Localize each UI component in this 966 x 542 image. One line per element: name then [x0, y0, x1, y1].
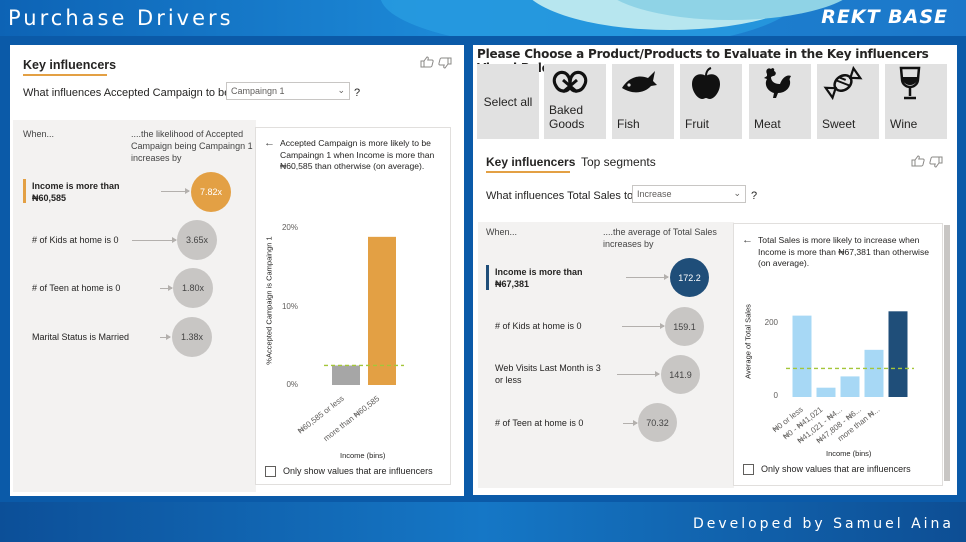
influencer-label[interactable]: Income is more than ₦67,381 [495, 266, 590, 290]
developer-credit: Developed by Samuel Aina [692, 516, 954, 532]
x-axis-title: Income (bins) [826, 449, 872, 458]
pretzel-icon [552, 70, 588, 94]
checkbox-label: Only show values that are influencers [761, 464, 911, 474]
income-bar-chart [324, 236, 404, 385]
income-bar-chart [786, 311, 914, 397]
tab-top-segments[interactable]: Top segments [581, 155, 656, 169]
influence-question: What influences Accepted Campaign to be [23, 87, 231, 99]
product-label: Baked Goods [549, 103, 585, 131]
chart-bar [332, 365, 360, 385]
chevron-down-icon: ⌄ [733, 188, 741, 198]
influencer-label[interactable]: Web Visits Last Month is 3 or less [495, 362, 605, 386]
thumbs-up-icon[interactable] [420, 56, 434, 71]
only-influencers-checkbox[interactable] [743, 464, 754, 475]
fish-icon [622, 71, 657, 93]
page-title: Purchase Drivers [8, 6, 234, 30]
arrow-icon [161, 188, 190, 194]
increase-dropdown[interactable]: Increase ⌄ [632, 185, 746, 203]
influencer-label[interactable]: # of Teen at home is 0 [495, 417, 583, 429]
product-button-fish[interactable]: Fish [612, 64, 674, 139]
influence-bubble[interactable]: 70.32 [638, 403, 677, 442]
influence-bubble[interactable]: 7.82x [191, 172, 231, 212]
arrow-icon [626, 274, 669, 280]
left-key-influencers-panel: Key influencers What influences Accepted… [10, 45, 464, 496]
chart-bar [888, 311, 908, 397]
tab-underline [486, 171, 570, 173]
chart-bar [840, 376, 860, 397]
brand-logo: REKT BASE [821, 6, 948, 28]
col-average-header: ....the average of Total Sales increases… [603, 227, 717, 249]
arrow-icon [160, 285, 173, 291]
candy-icon [823, 66, 863, 100]
influence-bubble[interactable]: 3.65x [177, 220, 217, 260]
x-axis-title: Income (bins) [340, 451, 386, 460]
influencer-label[interactable]: # of Kids at home is 0 [495, 320, 582, 332]
influence-bubble[interactable]: 159.1 [665, 307, 704, 346]
product-button-sweet[interactable]: Sweet [817, 64, 879, 139]
selected-indicator [486, 265, 489, 290]
product-label: Sweet [822, 117, 856, 131]
arrow-icon [617, 371, 660, 377]
product-button-select-all[interactable]: Select all [477, 64, 539, 139]
influence-bubble[interactable]: 141.9 [661, 355, 700, 394]
product-label: Fruit [685, 117, 709, 131]
tab-underline [23, 74, 107, 76]
wine-glass-icon [899, 66, 921, 100]
arrow-icon [623, 420, 638, 426]
selected-indicator [23, 179, 26, 203]
influencer-label[interactable]: Marital Status is Married [32, 331, 129, 343]
product-button-meat[interactable]: Meat [749, 64, 811, 139]
thumbs-up-icon[interactable] [911, 155, 925, 170]
influencer-label[interactable]: Income is more than ₦60,585 [32, 180, 127, 204]
col-when-header: When... [23, 129, 55, 139]
influence-bubble[interactable]: 172.2 [670, 258, 709, 297]
product-label: Select all [483, 95, 533, 109]
product-button-fruit[interactable]: Fruit [680, 64, 742, 139]
col-when-header: When... [486, 227, 518, 237]
influence-bubble[interactable]: 1.80x [173, 268, 213, 308]
chart-bar [864, 349, 884, 397]
arrow-icon [622, 323, 665, 329]
chart-bar [368, 236, 396, 385]
dropdown-value: Campaingn 1 [231, 86, 285, 96]
arrow-icon [160, 334, 171, 340]
only-influencers-checkbox[interactable] [265, 466, 276, 477]
footer-banner: Developed by Samuel Aina [0, 502, 966, 542]
thumbs-down-icon[interactable] [929, 156, 943, 171]
apple-icon [692, 67, 720, 99]
key-influencers-tab[interactable]: Key influencers [23, 58, 116, 72]
thumbs-down-icon[interactable] [438, 57, 452, 72]
chevron-down-icon: ⌄ [337, 85, 345, 95]
product-label: Meat [754, 117, 781, 131]
col-likelihood-header: ....the likelihood of Accepted Campaign … [131, 129, 253, 163]
help-icon[interactable]: ? [751, 190, 757, 202]
checkbox-label: Only show values that are influencers [283, 466, 433, 476]
scrollbar[interactable] [944, 225, 950, 481]
product-label: Wine [890, 117, 918, 131]
chart-bar [792, 315, 812, 397]
help-icon[interactable]: ? [354, 87, 360, 99]
influence-question: What influences Total Sales to [486, 190, 634, 202]
tab-key-influencers[interactable]: Key influencers [486, 155, 575, 169]
rooster-icon [764, 68, 791, 98]
arrow-icon [132, 237, 177, 243]
header-banner: Purchase Drivers REKT BASE [0, 0, 966, 36]
product-button-baked-goods[interactable]: Baked Goods [544, 64, 606, 139]
influencer-label[interactable]: # of Kids at home is 0 [32, 234, 119, 246]
product-button-wine[interactable]: Wine [885, 64, 947, 139]
campaign-dropdown[interactable]: Campaingn 1 ⌄ [226, 82, 350, 100]
influencer-detail-card: ← Total Sales is more likely to increase… [733, 223, 943, 486]
dropdown-value: Increase [637, 189, 672, 199]
chart-bar [816, 387, 836, 397]
influencer-label[interactable]: # of Teen at home is 0 [32, 282, 120, 294]
product-label: Fish [617, 117, 640, 131]
influence-bubble[interactable]: 1.38x [172, 317, 212, 357]
influencer-detail-card: ← Accepted Campaign is more likely to be… [255, 127, 451, 485]
